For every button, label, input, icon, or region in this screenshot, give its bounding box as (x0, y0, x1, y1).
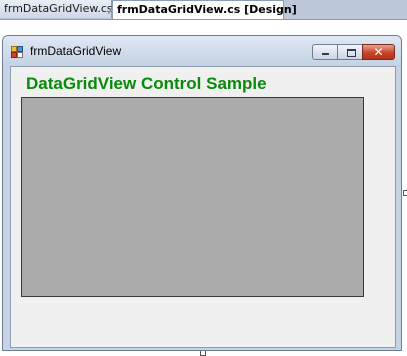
form-window[interactable]: frmDataGridView ✕ DataGridView Control S… (2, 35, 402, 351)
minimize-button[interactable] (312, 44, 338, 60)
tab-design-view[interactable]: frmDataGridView.cs [Design] (112, 0, 297, 19)
caption-buttons: ✕ (312, 44, 395, 61)
form-client-area: DataGridView Control Sample (10, 66, 396, 348)
data-grid-view[interactable] (21, 97, 364, 297)
close-button[interactable]: ✕ (362, 44, 395, 60)
resize-grip-right[interactable] (403, 190, 407, 196)
form-app-icon (11, 46, 23, 58)
tab-code-view[interactable]: frmDataGridView.cs (0, 0, 113, 18)
document-tab-strip: frmDataGridView.cs frmDataGridView.cs [D… (0, 0, 407, 20)
sample-heading-label: DataGridView Control Sample (26, 74, 267, 93)
form-titlebar[interactable]: frmDataGridView ✕ (3, 36, 401, 66)
close-icon: ✕ (373, 45, 384, 59)
minimize-icon (322, 53, 329, 55)
form-title: frmDataGridView (30, 44, 122, 58)
maximize-icon (347, 49, 356, 57)
maximize-button[interactable] (337, 44, 363, 60)
